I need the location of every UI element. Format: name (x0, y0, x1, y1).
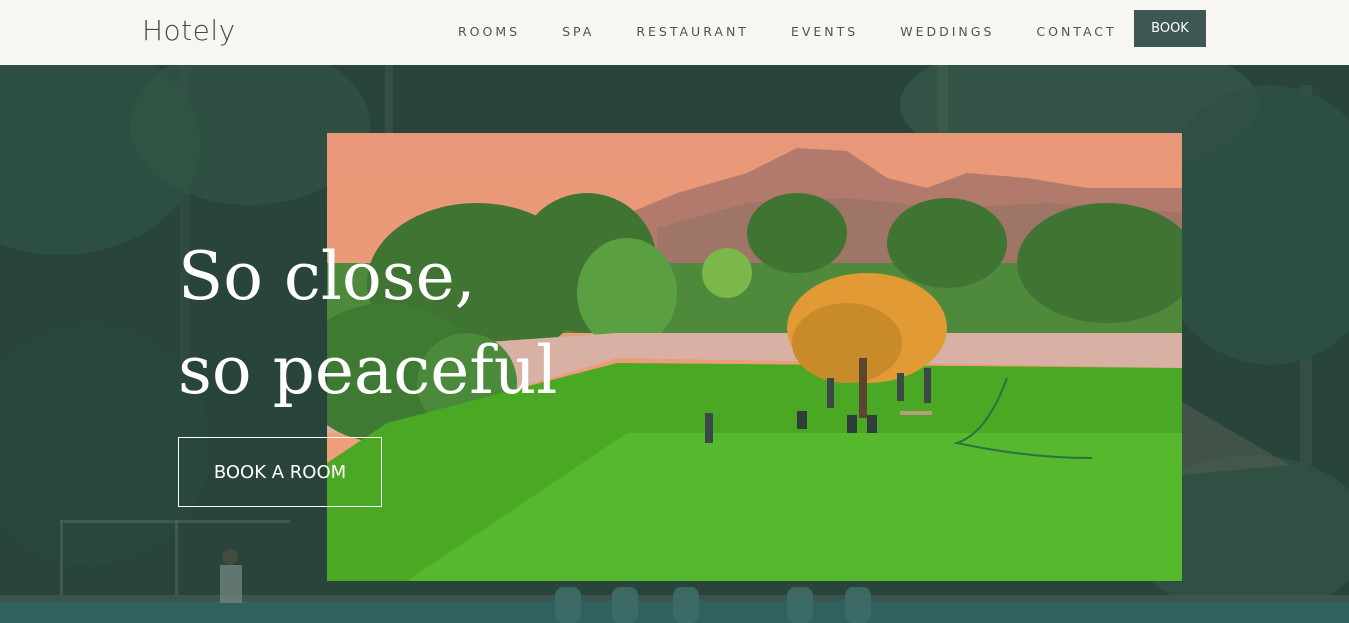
top-navigation: Hotely ROOMS SPA RESTAURANT EVENTS WEDDI… (0, 0, 1349, 65)
book-a-room-button[interactable]: BOOK A ROOM (178, 437, 382, 507)
book-button[interactable]: BOOK (1134, 10, 1206, 47)
headline-line-1: So close, (178, 238, 476, 315)
logo[interactable]: Hotely (142, 14, 236, 47)
hero-section: So close, so peaceful BOOK A ROOM (0, 65, 1349, 623)
main-menu: ROOMS SPA RESTAURANT EVENTS WEDDINGS CON… (458, 24, 1159, 39)
nav-link-rooms[interactable]: ROOMS (458, 24, 520, 39)
hero-headline: So close, so peaceful (178, 230, 598, 418)
headline-line-2: so peaceful (178, 332, 558, 409)
nav-link-spa[interactable]: SPA (562, 24, 594, 39)
nav-link-events[interactable]: EVENTS (791, 24, 858, 39)
nav-link-restaurant[interactable]: RESTAURANT (636, 24, 749, 39)
nav-link-contact[interactable]: CONTACT (1036, 24, 1116, 39)
nav-link-weddings[interactable]: WEDDINGS (900, 24, 994, 39)
